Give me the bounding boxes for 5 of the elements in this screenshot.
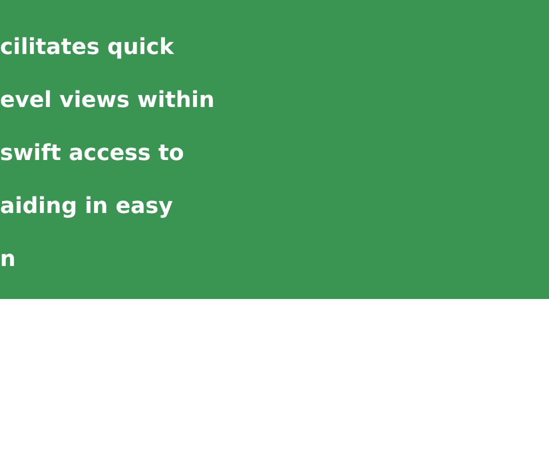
banner-text-line: n xyxy=(0,246,16,274)
banner-text-line: evel views within xyxy=(0,87,215,115)
banner-text-line: cilitates quick xyxy=(0,34,174,62)
banner-text-line: aiding in easy xyxy=(0,193,173,221)
banner-text-line: swift access to xyxy=(0,140,184,168)
